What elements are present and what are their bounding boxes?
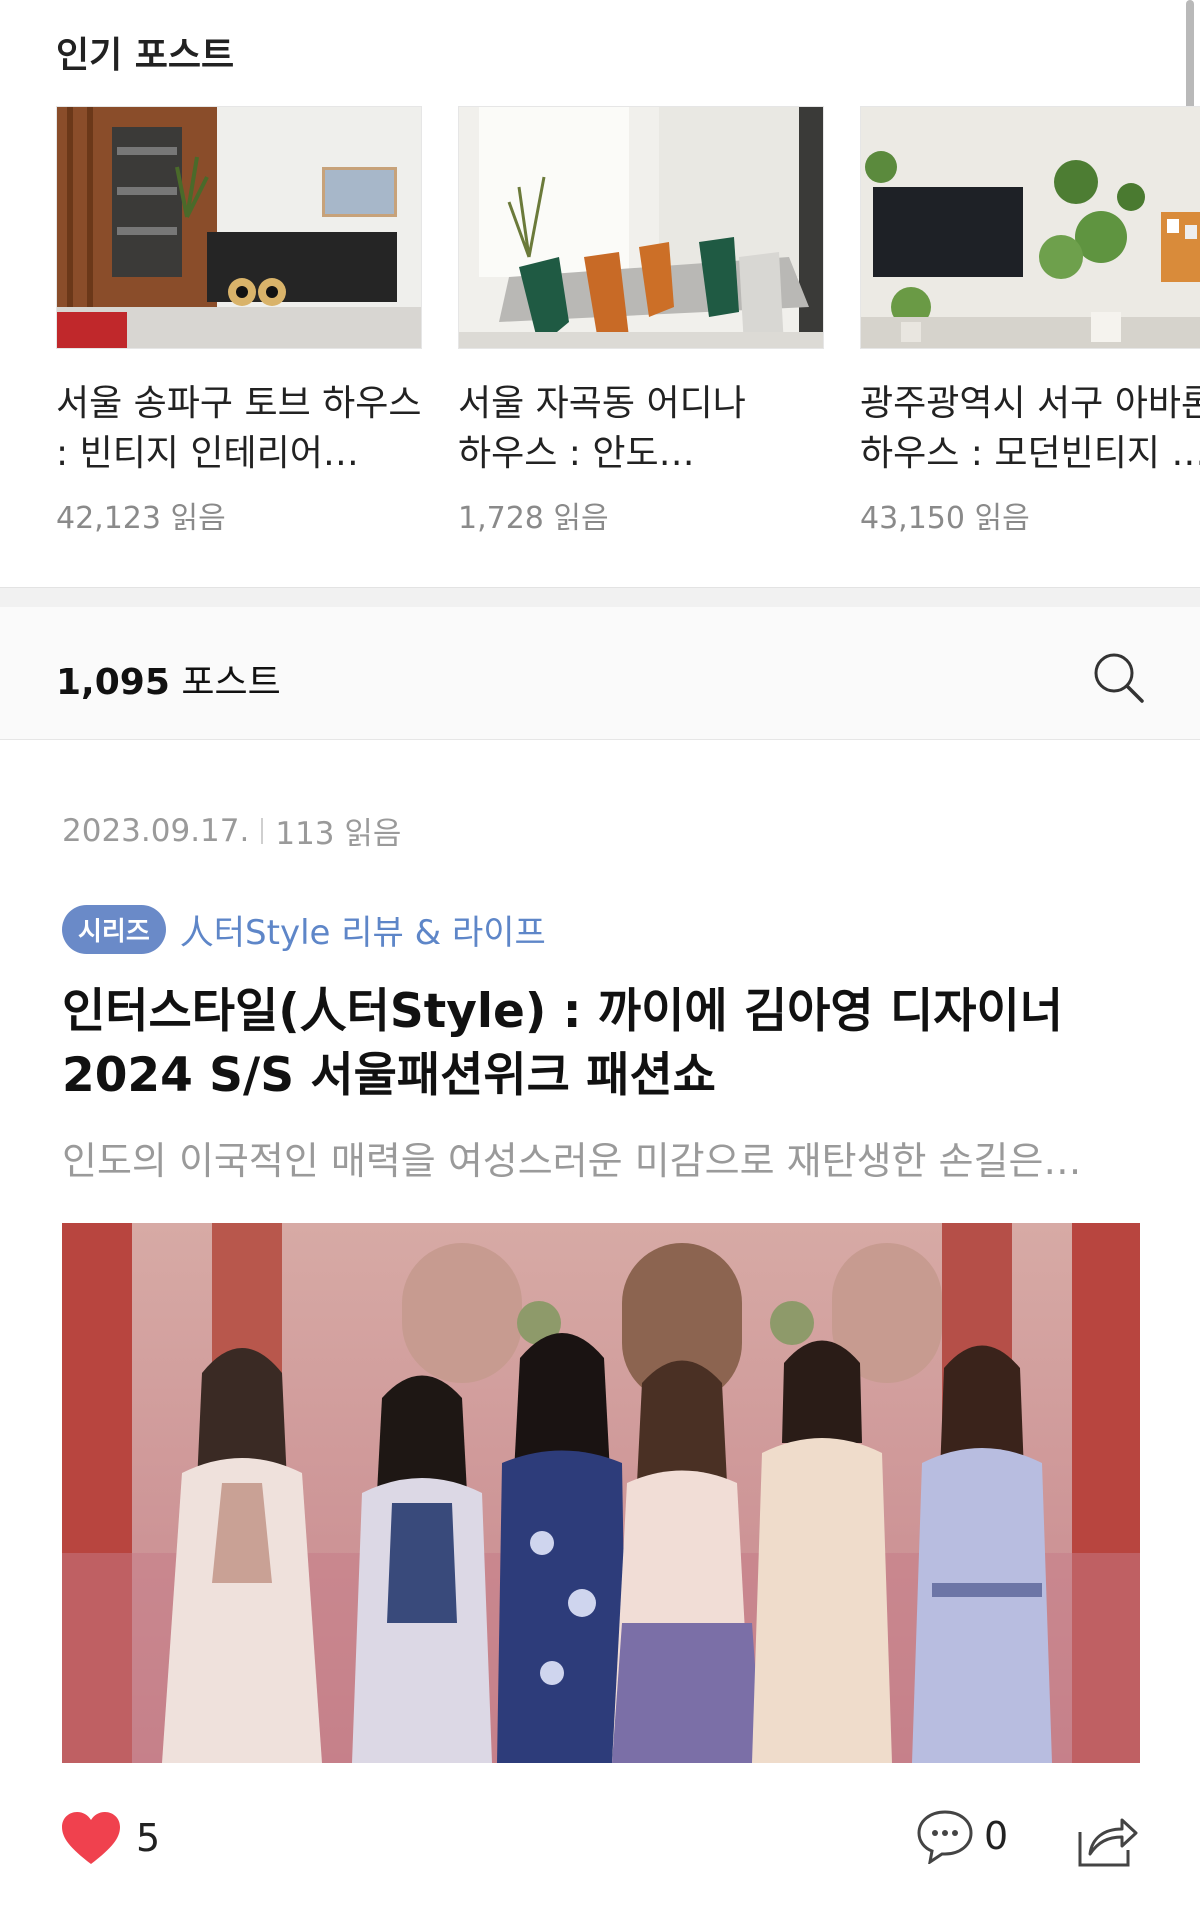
popular-posts-section: 인기 포스트 서울 송파구 토브 하우스: 빈티지 인테리어… 42,123 … (0, 0, 1200, 587)
heart-icon (62, 1812, 120, 1864)
popular-posts-carousel[interactable]: 서울 송파구 토브 하우스 : 빈티지 인테리어… 42,123 읽음 서울 자… (56, 106, 1200, 537)
share-button[interactable] (1076, 1812, 1138, 1872)
post-count: 1,095 포스트 (56, 653, 281, 705)
popular-post-card[interactable]: 서울 자곡동 어디나 하우스 : 안도 다다오의… 1,728 읽음 (458, 106, 824, 537)
post-count-label: 포스트 (181, 662, 281, 703)
search-icon[interactable] (1090, 649, 1146, 705)
post-meta: 2023.09.17. 113 읽음 (62, 808, 401, 853)
comment-button[interactable]: 0 (916, 1808, 1008, 1864)
like-button[interactable]: 5 (60, 1810, 160, 1866)
post-reads: 113 읽음 (275, 816, 402, 852)
popular-post-card[interactable]: 서울 송파구 토브 하우스 : 빈티지 인테리어… 42,123 읽음 (56, 106, 422, 537)
like-count: 5 (136, 1816, 161, 1860)
popular-post-thumbnail[interactable] (458, 106, 824, 349)
meta-separator (261, 817, 264, 844)
popular-post-reads: 42,123 읽음 (56, 501, 226, 536)
popular-post-reads: 1,728 읽음 (458, 501, 609, 536)
popular-post-thumbnail[interactable] (860, 106, 1200, 349)
popular-post-title[interactable]: 광주광역시 서구 아바론 하우스 : 모던빈티지 … (860, 379, 1200, 479)
post-count-bar: 1,095 포스트 (0, 607, 1200, 740)
post-count-number: 1,095 (56, 662, 170, 703)
popular-post-card[interactable]: 광주광역시 서구 아바론 하우스 : 모던빈티지 … 43,150 읽음 (860, 106, 1200, 537)
post-hero-image[interactable] (62, 1223, 1140, 1763)
popular-post-thumbnail[interactable] (56, 106, 422, 349)
post-summary[interactable]: 인도의 이국적인 매력을 여성스러운 미감으로 재탄생한 손길은… (62, 1130, 1142, 1185)
series-link[interactable]: 시리즈 人터Style 리뷰 & 라이프 (62, 905, 546, 954)
popular-post-title[interactable]: 서울 자곡동 어디나 하우스 : 안도 다다오의… (458, 379, 824, 479)
popular-post-title[interactable]: 서울 송파구 토브 하우스 : 빈티지 인테리어… (56, 379, 422, 479)
post-date: 2023.09.17. (62, 812, 250, 849)
section-divider (0, 587, 1200, 607)
series-name[interactable]: 人터Style 리뷰 & 라이프 (180, 905, 546, 954)
series-badge: 시리즈 (62, 905, 166, 954)
comment-count: 0 (984, 1814, 1009, 1858)
popular-post-reads: 43,150 읽음 (860, 501, 1030, 536)
comment-icon (917, 1810, 973, 1864)
share-icon (1078, 1818, 1138, 1867)
post-headline[interactable]: 인터스타일(人터Style) : 까이에 김아영 디자이너 2024 S/S 서… (62, 980, 1152, 1108)
popular-posts-title: 인기 포스트 (56, 35, 235, 76)
